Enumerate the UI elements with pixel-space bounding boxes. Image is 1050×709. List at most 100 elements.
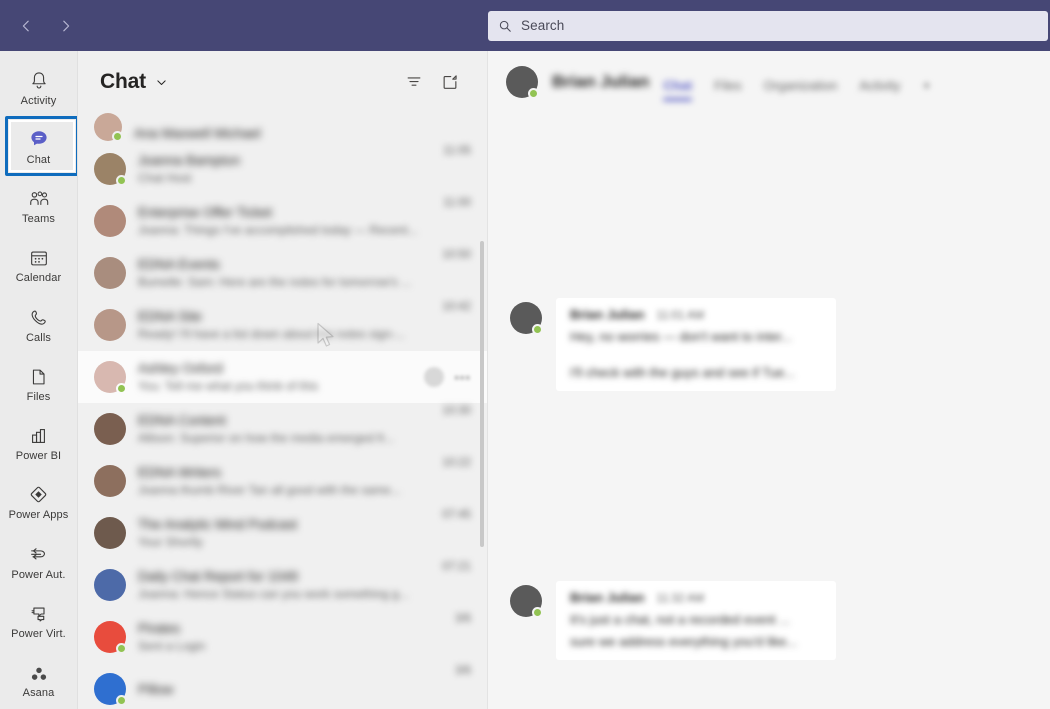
list-item-name: Joanna Bampton <box>138 153 241 168</box>
list-item-hovered[interactable]: Ashley Oxford You: Tell me what you thin… <box>78 351 487 403</box>
power-apps-icon <box>27 481 50 506</box>
more-options-icon[interactable]: ••• <box>454 370 471 385</box>
list-item-name: Pillow <box>138 681 174 697</box>
rail-item-power-virtual-agents[interactable]: Power Virt. <box>3 590 75 649</box>
reaction-icon[interactable] <box>424 367 445 387</box>
rail-item-power-automate[interactable]: Power Aut. <box>3 531 75 590</box>
rail-item-label: Power Virt. <box>11 628 66 641</box>
message-text: I'll check with the guys and see if Tue.… <box>570 365 796 380</box>
app-rail: Activity Chat Teams Calendar Calls Files… <box>0 51 78 709</box>
forward-button[interactable] <box>52 12 80 40</box>
list-item[interactable]: Ana Maxwell Michael <box>78 113 487 143</box>
avatar <box>94 153 127 186</box>
list-item[interactable]: EDNA Events Bumelle: Sam: Here are the n… <box>78 247 487 299</box>
rail-item-label: Activity <box>20 94 57 107</box>
list-item-preview: Joanna: Hence Status can you work someth… <box>138 587 409 601</box>
rail-item-power-bi[interactable]: Power BI <box>3 413 75 472</box>
avatar <box>94 205 126 237</box>
avatar <box>94 465 126 497</box>
list-item-timestamp: 11:05 <box>443 145 471 157</box>
list-item-timestamp: 10:22 <box>442 457 471 469</box>
rail-item-asana[interactable]: Asana <box>3 650 75 709</box>
presence-indicator <box>116 695 127 706</box>
chat-list-header: Chat <box>78 51 487 113</box>
chat-list-scrollbar[interactable] <box>480 241 484 547</box>
conversation-panel: Brian Julian Chat Files Organization Act… <box>488 51 1050 709</box>
presence-indicator <box>116 643 127 654</box>
tab-files[interactable]: Files <box>714 78 741 105</box>
list-item-preview: Sent a Login <box>138 639 206 653</box>
asana-icon <box>28 659 50 684</box>
message-item: Brian Julian 11:32 AM It's just a chat, … <box>510 581 1050 660</box>
rail-item-chat[interactable]: Chat <box>2 116 77 177</box>
message-sender: Brian Julian <box>570 307 645 322</box>
contact-name: Brian Julian <box>552 72 650 91</box>
list-item[interactable]: EDNA Content Allison: Superior on how th… <box>78 403 487 455</box>
rail-item-activity[interactable]: Activity <box>3 57 75 116</box>
avatar[interactable] <box>506 66 539 99</box>
power-virtual-agents-icon <box>27 600 50 625</box>
chevron-down-icon[interactable] <box>155 76 168 89</box>
message-meta: Brian Julian 11:32 AM <box>570 590 822 605</box>
phone-icon <box>28 304 50 329</box>
message-item: Brian Julian 11:01 AM Hey, no worries — … <box>510 298 1050 391</box>
filter-icon[interactable] <box>399 67 429 97</box>
list-item[interactable]: EDNA Site Ready! I'll have a list down a… <box>78 299 487 351</box>
tab-activity[interactable]: Activity <box>859 78 900 105</box>
list-item-text: EDNA Site Ready! I'll have a list down a… <box>138 309 430 341</box>
power-bi-icon <box>28 422 50 447</box>
app-avatar <box>94 621 127 654</box>
rail-item-power-apps[interactable]: Power Apps <box>3 472 75 531</box>
list-item[interactable]: Joanna Bampton Chat Host 11:05 <box>78 143 487 195</box>
list-item-name: EDNA Content <box>138 413 226 428</box>
navigation-arrows <box>0 12 88 40</box>
rail-item-calendar[interactable]: Calendar <box>3 235 75 294</box>
rail-item-calls[interactable]: Calls <box>3 294 75 353</box>
message-sender: Brian Julian <box>570 590 645 605</box>
chat-list-rows: Ana Maxwell Michael Joanna Bampton Chat … <box>78 113 487 709</box>
list-item[interactable]: EDNA Writers Joanna thumb River Tan all … <box>78 455 487 507</box>
message-list: Brian Julian 11:01 AM Hey, no worries — … <box>488 113 1050 709</box>
list-item-text: Enterprise Offer Ticket Joanna: Things I… <box>138 205 431 237</box>
add-tab-button[interactable]: + <box>923 77 931 105</box>
presence-indicator <box>532 607 543 618</box>
avatar <box>94 361 127 394</box>
avatar <box>510 302 543 335</box>
chat-bubble-icon <box>27 126 51 151</box>
list-item-name: Daily Chat Report for 1049 <box>138 569 298 584</box>
rail-item-teams[interactable]: Teams <box>3 176 75 235</box>
list-item-preview: Your Shortly <box>138 535 203 549</box>
list-item-actions: ••• <box>424 367 471 387</box>
avatar <box>94 257 126 289</box>
rail-item-label: Chat <box>26 153 51 166</box>
search-area: Search <box>88 10 1050 41</box>
message-meta: Brian Julian 11:01 AM <box>570 307 822 322</box>
rail-item-label: Files <box>26 390 51 403</box>
list-item-text: Daily Chat Report for 1049 Joanna: Hence… <box>138 569 430 601</box>
back-button[interactable] <box>12 12 40 40</box>
list-item-timestamp: 07:45 <box>442 509 471 521</box>
rail-item-files[interactable]: Files <box>3 353 75 412</box>
rail-item-label: Power Apps <box>8 509 69 522</box>
avatar <box>94 309 126 341</box>
teams-window: Search Activity Chat Teams Calendar Call… <box>0 0 1050 709</box>
list-item-timestamp: 11:00 <box>443 197 471 209</box>
list-item-name: EDNA Site <box>138 309 202 324</box>
list-item[interactable]: Daily Chat Report for 1049 Joanna: Hence… <box>78 559 487 611</box>
rail-item-label: Power BI <box>15 450 62 463</box>
presence-indicator <box>528 88 539 99</box>
search-input[interactable]: Search <box>488 10 1048 41</box>
list-item-timestamp: 07:21 <box>442 561 471 573</box>
message-text: sure we address everything you'd like... <box>570 634 798 649</box>
message-bubble: Brian Julian 11:01 AM Hey, no worries — … <box>556 298 836 391</box>
list-item-preview: Ready! I'll have a list down about the n… <box>138 327 406 341</box>
list-item[interactable]: The Analytic Mind Podcast Your Shortly 0… <box>78 507 487 559</box>
tab-chat[interactable]: Chat <box>663 78 692 105</box>
tab-organization[interactable]: Organization <box>764 78 838 105</box>
avatar <box>510 585 543 618</box>
compose-new-chat-icon[interactable] <box>435 67 465 97</box>
list-item-text: Ana Maxwell Michael <box>134 126 471 141</box>
list-item[interactable]: Pillow 3/6 <box>78 663 487 709</box>
list-item[interactable]: Enterprise Offer Ticket Joanna: Things I… <box>78 195 487 247</box>
list-item[interactable]: Pirates Sent a Login 3/6 <box>78 611 487 663</box>
